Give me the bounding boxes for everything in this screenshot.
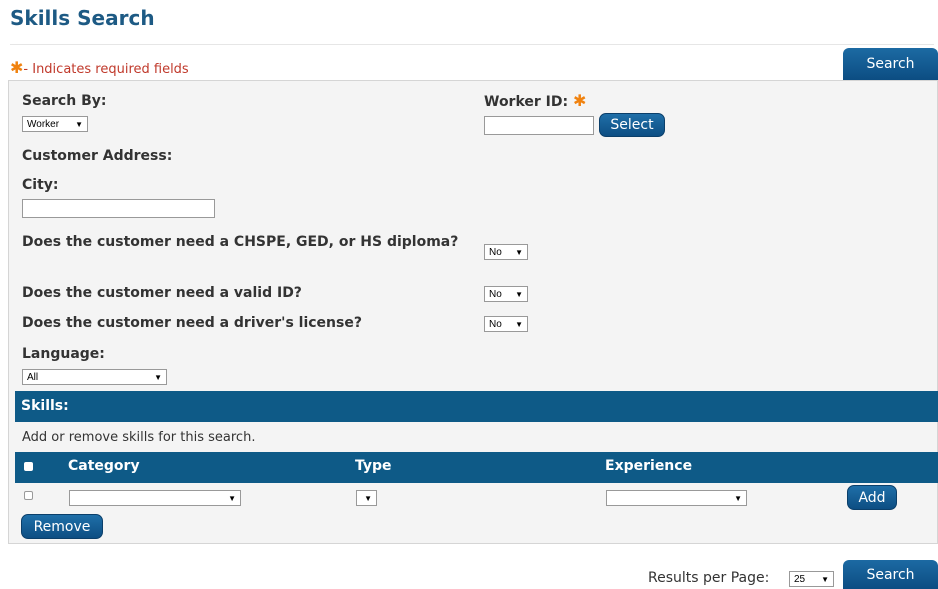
city-label: City: [22, 177, 59, 193]
required-note: ✱- Indicates required fields [10, 58, 189, 77]
chevron-down-icon: ▼ [821, 574, 829, 584]
language-select[interactable]: All ▼ [22, 369, 167, 385]
page-title: Skills Search [10, 6, 155, 30]
chevron-down-icon: ▼ [75, 119, 83, 129]
search-by-value: Worker [27, 118, 60, 130]
column-header-category: Category [68, 458, 140, 474]
drivers-license-question-label: Does the customer need a driver's licens… [22, 315, 362, 331]
results-per-page-label: Results per Page: [648, 570, 770, 586]
chevron-down-icon: ▼ [228, 493, 236, 503]
chevron-down-icon: ▼ [515, 247, 523, 257]
worker-id-label: Worker ID: ✱ [484, 91, 586, 110]
type-select[interactable]: ▼ [356, 490, 377, 506]
add-skill-button[interactable]: Add [847, 485, 897, 510]
experience-select[interactable]: ▼ [606, 490, 747, 506]
diploma-question-label: Does the customer need a CHSPE, GED, or … [22, 234, 459, 250]
results-per-page-select[interactable]: 25 ▼ [789, 571, 834, 587]
search-button-top[interactable]: Search [843, 48, 938, 80]
skills-table-header: Category Type Experience [15, 452, 938, 483]
search-button-bottom[interactable]: Search [843, 560, 938, 589]
skills-instruction: Add or remove skills for this search. [22, 430, 256, 445]
results-per-page-value: 25 [794, 573, 806, 585]
diploma-select[interactable]: No ▼ [484, 244, 528, 260]
required-star-icon: ✱ [572, 91, 587, 110]
divider [10, 44, 934, 45]
language-label: Language: [22, 346, 105, 362]
column-header-experience: Experience [605, 458, 693, 474]
valid-id-value: No [489, 288, 502, 300]
search-by-label: Search By: [22, 93, 107, 109]
worker-id-input[interactable] [484, 116, 594, 135]
column-header-type: Type [355, 458, 392, 474]
required-star-icon: ✱ [10, 58, 24, 77]
remove-skill-button[interactable]: Remove [21, 514, 103, 539]
select-worker-button[interactable]: Select [599, 113, 665, 137]
chevron-down-icon: ▼ [515, 289, 523, 299]
customer-address-label: Customer Address: [22, 148, 173, 164]
chevron-down-icon: ▼ [734, 493, 742, 503]
worker-id-label-text: Worker ID: [484, 94, 569, 110]
valid-id-question-label: Does the customer need a valid ID? [22, 285, 302, 301]
skill-row-checkbox[interactable] [24, 491, 33, 500]
chevron-down-icon: ▼ [515, 319, 523, 329]
select-all-checkbox[interactable] [24, 462, 33, 471]
language-value: All [27, 371, 39, 383]
city-input[interactable] [22, 199, 215, 218]
category-select[interactable]: ▼ [69, 490, 241, 506]
drivers-license-select[interactable]: No ▼ [484, 316, 528, 332]
valid-id-select[interactable]: No ▼ [484, 286, 528, 302]
diploma-value: No [489, 246, 502, 258]
search-by-select[interactable]: Worker ▼ [22, 116, 88, 132]
chevron-down-icon: ▼ [364, 493, 372, 503]
skills-section-header: Skills: [15, 391, 938, 422]
chevron-down-icon: ▼ [154, 372, 162, 382]
required-note-text: - Indicates required fields [23, 62, 189, 77]
drivers-license-value: No [489, 318, 502, 330]
